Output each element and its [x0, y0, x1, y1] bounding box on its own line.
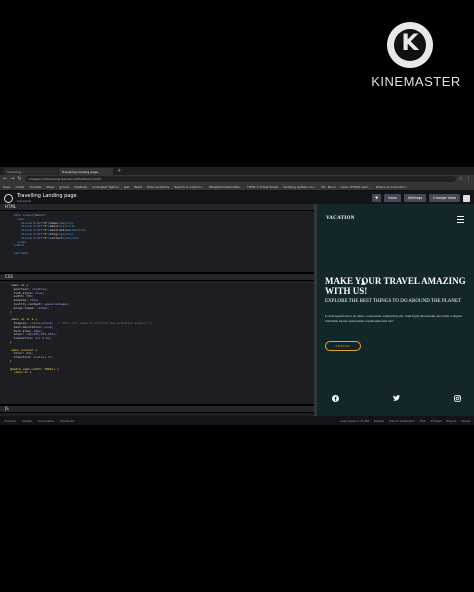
bookmark-item[interactable]: gmails	[59, 185, 69, 189]
statusbar-left-item[interactable]: Shortcuts	[60, 419, 74, 423]
bookmark-item[interactable]: Blast	[134, 185, 141, 189]
statusbar-right-item[interactable]: Embed	[431, 419, 441, 423]
browser-tab-active[interactable]: Travelling Landing page	[59, 168, 113, 175]
facebook-icon[interactable]	[331, 394, 339, 402]
instagram-icon[interactable]	[453, 394, 461, 402]
star-icon[interactable]: ☆	[459, 176, 463, 182]
js-panel-tab[interactable]: JS	[0, 406, 314, 413]
plus-icon[interactable]: +	[117, 168, 121, 175]
recorded-screen: Travelling Travelling Landing page + ← →…	[0, 167, 474, 425]
settings-button[interactable]: Settings	[403, 194, 427, 202]
address-bar: ← → ↻ codepen.io/travelmkr/pen/abcdef?ed…	[0, 175, 474, 183]
bookmark-item[interactable]: Maps	[46, 185, 54, 189]
social-icons	[331, 394, 461, 402]
kinemaster-wordmark: KINEMASTER	[371, 74, 461, 89]
heart-icon[interactable]: ♥	[372, 194, 382, 202]
bookmark-item[interactable]: Learn HTML5 Gam...	[341, 185, 372, 189]
preview-subheadline: EXPLORE THE BEST THINGS TO DO AROUND THE…	[325, 299, 462, 304]
change-view-button[interactable]: Change View	[429, 194, 460, 202]
status-bar: Console Assets Comments Shortcuts Last save…	[0, 416, 474, 425]
preview-brand[interactable]: VACATION	[326, 216, 355, 221]
bookmark-item[interactable]: Gmail	[15, 185, 24, 189]
menu-icon[interactable]: ⋮	[466, 176, 471, 182]
bookmark-item[interactable]: Search to Code fo...	[174, 185, 204, 189]
bookmark-item[interactable]: FalseInformation8ea...	[209, 185, 242, 189]
html-code[interactable]: <div class="menu"> <ul> <li><a href="#">…	[0, 211, 314, 256]
kinemaster-logo-icon: K	[387, 22, 433, 68]
hamburger-menu-icon[interactable]	[457, 216, 464, 223]
save-button[interactable]: Save	[384, 194, 401, 202]
forward-icon[interactable]: →	[10, 176, 14, 182]
editor-column: HTML <div class="menu"> <ul> <li><a href…	[0, 204, 314, 416]
statusbar-right-item[interactable]: Add to Collection	[389, 419, 415, 423]
statusbar-right-item[interactable]: Export	[447, 419, 457, 423]
preview-pane: VACATION MAKE YOUR TRAVEL AMAZING WITH U…	[317, 204, 474, 416]
statusbar-left-item[interactable]: Comments	[38, 419, 54, 423]
bookmark-item[interactable]: Jest	[124, 185, 129, 189]
url-input[interactable]: codepen.io/travelmkr/pen/abcdef?editors=…	[24, 176, 456, 182]
codepen-workspace: HTML <div class="menu"> <ul> <li><a href…	[0, 204, 474, 416]
bookmark-item[interactable]: Nt - Mock	[321, 185, 335, 189]
statusbar-left-item[interactable]: Assets	[22, 419, 32, 423]
bookmark-item[interactable]: HTML 5 Cheat Sheet	[247, 185, 278, 189]
avatar[interactable]	[463, 194, 470, 202]
kinemaster-logo-letter: K	[401, 31, 419, 56]
bookmark-item[interactable]: Shan Academy	[147, 185, 169, 189]
html-panel-tab[interactable]: HTML	[0, 204, 314, 211]
browser-tab[interactable]: Travelling	[4, 168, 58, 175]
bookmark-item[interactable]: SkyBoop	[74, 185, 87, 189]
reload-icon[interactable]: ↻	[17, 176, 21, 182]
css-panel-tab[interactable]: CSS	[0, 274, 314, 281]
bookmark-item[interactable]: Verifying System Qu...	[283, 185, 316, 189]
statusbar-right-item[interactable]: Delete	[374, 419, 384, 423]
bookmark-item[interactable]: Codingbar Python	[92, 185, 119, 189]
bookmarks-bar: Apps Gmail YouTube Maps gmails SkyBoop Codingb…	[0, 183, 474, 191]
statusbar-right-item[interactable]: Fork	[420, 419, 426, 423]
pen-author[interactable]: travelmkr	[17, 199, 77, 203]
tab-label: Travelling Landing page	[62, 169, 98, 174]
statusbar-left-item[interactable]: Console	[4, 419, 16, 423]
codepen-header: Travelling Landing page travelmkr ♥ Save…	[0, 191, 474, 205]
preview-paragraph: Lorem ipsum dolor sit amet, consectetur …	[325, 314, 462, 323]
travel-button[interactable]: TRAVEL	[325, 341, 361, 351]
html-editor[interactable]: HTML <div class="menu"> <ul> <li><a href…	[0, 204, 314, 274]
bookmark-item[interactable]: Apps	[3, 185, 10, 189]
preview-headline: MAKE YOUR TRAVEL AMAZING WITH US!	[325, 276, 466, 296]
bookmark-item[interactable]: Basics of ActionScri...	[376, 185, 408, 189]
mouse-cursor-icon: ▲	[361, 279, 366, 286]
css-code[interactable]: .menu ul { position: relative; list-styl…	[0, 281, 314, 375]
kinemaster-watermark: K KINEMASTER	[366, 22, 466, 94]
tab-label: Travelling	[7, 169, 22, 174]
bookmark-item[interactable]: YouTube	[29, 185, 41, 189]
css-editor[interactable]: CSS .menu ul { position: relative; list-…	[0, 274, 314, 406]
codepen-logo-icon[interactable]	[4, 193, 13, 203]
twitter-icon[interactable]	[392, 394, 400, 402]
browser-tab-bar: Travelling Travelling Landing page +	[0, 167, 474, 175]
statusbar-right-item[interactable]: Last saved 2:15 PM	[340, 419, 369, 423]
back-icon[interactable]: ←	[3, 176, 7, 182]
statusbar-right-item[interactable]: Share	[461, 419, 470, 423]
